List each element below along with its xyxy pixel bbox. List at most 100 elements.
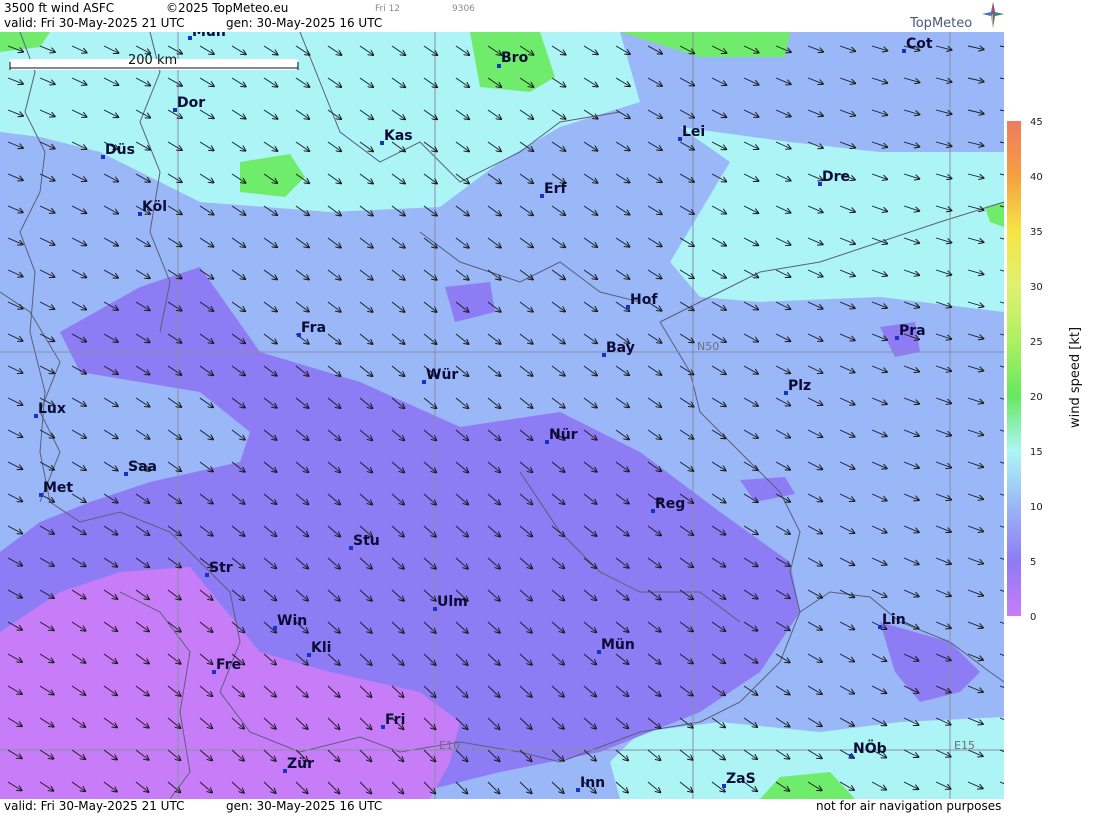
legend-tick-label: 30 bbox=[1030, 282, 1043, 293]
legend-tick-label: 40 bbox=[1030, 172, 1043, 183]
map-header: 3500 ft wind ASFC ©2025 TopMeteo.eu Fri … bbox=[0, 0, 1004, 32]
wind-map[interactable]: N50 E10 E15 200 km Mün Bro Cot Dor Kas L… bbox=[0, 32, 1004, 799]
product-title: 3500 ft wind ASFC bbox=[4, 1, 115, 15]
city-zur[interactable]: Zür bbox=[283, 756, 314, 773]
grid-label-n50: N50 bbox=[697, 340, 719, 353]
city-dus[interactable]: Düs bbox=[101, 142, 135, 159]
copyright: ©2025 TopMeteo.eu bbox=[166, 1, 289, 15]
legend-title: wind speed [kt] bbox=[1068, 326, 1083, 428]
svg-text:Düs: Düs bbox=[105, 142, 135, 158]
city-bro[interactable]: Bro bbox=[497, 50, 529, 68]
svg-text:Mün: Mün bbox=[601, 637, 635, 653]
valid-time: valid: Fri 30-May-2025 21 UTC bbox=[4, 16, 185, 30]
svg-text:Win: Win bbox=[277, 613, 307, 629]
svg-text:Inn: Inn bbox=[580, 775, 605, 791]
footer-valid-time: valid: Fri 30-May-2025 21 UTC bbox=[4, 799, 185, 813]
legend-tick-label: 0 bbox=[1030, 612, 1036, 623]
generated-time: gen: 30-May-2025 16 UTC bbox=[226, 16, 383, 30]
scale-label: 200 km bbox=[128, 53, 177, 68]
svg-text:Ulm: Ulm bbox=[437, 594, 468, 610]
svg-text:Reg: Reg bbox=[655, 496, 685, 512]
svg-text:Saa: Saa bbox=[128, 459, 157, 475]
city-bay[interactable]: Bay bbox=[602, 340, 635, 357]
svg-text:Köl: Köl bbox=[142, 199, 167, 215]
svg-text:Zür: Zür bbox=[287, 756, 314, 772]
svg-text:Dor: Dor bbox=[177, 95, 205, 111]
legend-tick-label: 45 bbox=[1030, 117, 1043, 128]
city-fre[interactable]: Fre bbox=[212, 657, 241, 674]
run-tag: Fri 12 bbox=[375, 4, 401, 14]
legend-tick-label: 35 bbox=[1030, 227, 1043, 238]
city-met[interactable]: Met bbox=[39, 480, 73, 497]
city-fra[interactable]: Fra bbox=[297, 320, 326, 337]
city-lei[interactable]: Lei bbox=[678, 124, 705, 141]
topmeteo-logo: TopMeteo bbox=[908, 2, 1004, 32]
city-str[interactable]: Str bbox=[205, 560, 233, 577]
legend-gradient-bar bbox=[1007, 121, 1021, 616]
svg-text:Cot: Cot bbox=[906, 36, 933, 52]
city-hof[interactable]: Hof bbox=[626, 292, 658, 309]
city-saa[interactable]: Saa bbox=[124, 459, 157, 476]
city-lin[interactable]: Lin bbox=[878, 612, 906, 629]
map-footer: valid: Fri 30-May-2025 21 UTC gen: 30-Ma… bbox=[0, 799, 1004, 814]
svg-text:Fra: Fra bbox=[301, 320, 326, 336]
city-dre[interactable]: Dre bbox=[818, 169, 850, 186]
legend-tick-label: 25 bbox=[1030, 337, 1043, 348]
legend-tick-label: 15 bbox=[1030, 447, 1043, 458]
svg-text:Plz: Plz bbox=[788, 378, 811, 394]
city-wur[interactable]: Wür bbox=[422, 367, 458, 384]
city-kli[interactable]: Kli bbox=[307, 640, 331, 657]
city-nob[interactable]: NÖb bbox=[849, 739, 887, 758]
svg-text:Nür: Nür bbox=[549, 427, 578, 443]
svg-text:Stu: Stu bbox=[353, 533, 380, 549]
city-fri[interactable]: Fri bbox=[381, 712, 405, 729]
run-id: 9306 bbox=[452, 4, 475, 14]
legend-tick-label: 10 bbox=[1030, 502, 1043, 513]
city-inn[interactable]: Inn bbox=[576, 775, 605, 792]
city-erf[interactable]: Erf bbox=[540, 181, 567, 198]
svg-text:Bay: Bay bbox=[606, 340, 635, 356]
svg-text:Str: Str bbox=[209, 560, 233, 576]
legend-tick-label: 5 bbox=[1030, 557, 1036, 568]
city-kas[interactable]: Kas bbox=[380, 128, 413, 145]
svg-text:Hof: Hof bbox=[630, 292, 658, 308]
city-cot[interactable]: Cot bbox=[902, 36, 933, 53]
city-zas[interactable]: ZaS bbox=[722, 771, 756, 788]
svg-text:ZaS: ZaS bbox=[726, 771, 756, 787]
svg-text:Kli: Kli bbox=[311, 640, 331, 656]
svg-text:Erf: Erf bbox=[544, 181, 567, 197]
footer-generated-time: gen: 30-May-2025 16 UTC bbox=[226, 799, 383, 813]
city-kol[interactable]: Köl bbox=[138, 199, 167, 216]
svg-text:Bro: Bro bbox=[501, 50, 529, 66]
grid-label-e15: E15 bbox=[954, 739, 975, 752]
grid-label-e10: E10 bbox=[439, 739, 460, 752]
svg-text:Pra: Pra bbox=[899, 323, 926, 339]
svg-text:Lei: Lei bbox=[682, 124, 705, 140]
svg-text:Met: Met bbox=[43, 480, 73, 496]
city-ulm[interactable]: Ulm bbox=[433, 594, 468, 611]
svg-text:Fri: Fri bbox=[385, 712, 405, 728]
disclaimer: not for air navigation purposes bbox=[816, 799, 1002, 813]
city-pra[interactable]: Pra bbox=[895, 323, 926, 340]
svg-text:Mün: Mün bbox=[192, 32, 226, 40]
city-reg[interactable]: Reg bbox=[651, 496, 685, 513]
city-mun[interactable]: Mün bbox=[597, 637, 635, 654]
svg-text:Fre: Fre bbox=[216, 657, 241, 673]
city-plz[interactable]: Plz bbox=[784, 378, 811, 395]
city-lux[interactable]: Lux bbox=[34, 401, 66, 418]
city-nur[interactable]: Nür bbox=[545, 427, 578, 444]
wind-zone-15-20-east bbox=[670, 127, 1004, 312]
city-stu[interactable]: Stu bbox=[349, 533, 380, 550]
svg-text:NÖb: NÖb bbox=[853, 739, 887, 757]
city-dor[interactable]: Dor bbox=[173, 95, 205, 112]
compass-star-icon bbox=[982, 2, 1004, 28]
svg-text:Wür: Wür bbox=[426, 367, 458, 383]
logo-text: TopMeteo bbox=[910, 16, 973, 31]
svg-text:Dre: Dre bbox=[822, 169, 850, 185]
city-win[interactable]: Win bbox=[273, 613, 307, 630]
svg-text:Kas: Kas bbox=[384, 128, 413, 144]
svg-text:Lin: Lin bbox=[882, 612, 906, 628]
city-mun-north[interactable]: Mün bbox=[188, 32, 226, 40]
legend-tick-label: 20 bbox=[1030, 392, 1043, 403]
svg-text:Lux: Lux bbox=[38, 401, 66, 417]
